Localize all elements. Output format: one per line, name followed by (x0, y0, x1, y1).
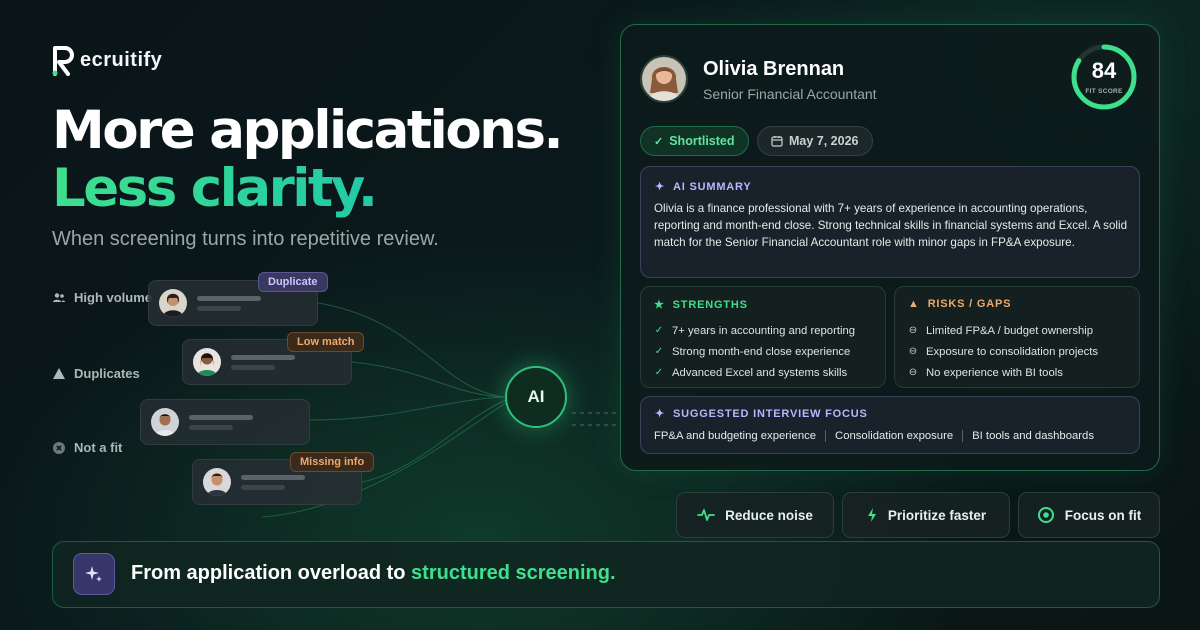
check-icon: ✓ (654, 325, 664, 336)
tag-missing-info: Missing info (290, 452, 375, 472)
candidate-name: Olivia Brennan (703, 58, 845, 80)
feature-label: Reduce noise (725, 507, 813, 523)
item-text: No experience with BI tools (926, 366, 1063, 379)
divider (825, 430, 827, 442)
feature-prioritize-faster[interactable]: Prioritize faster (842, 492, 1010, 538)
fit-score-label: FIT SCORE (1085, 88, 1123, 95)
avatar (193, 348, 221, 376)
sparkle-badge (73, 553, 115, 595)
date-badge[interactable]: May 7, 2026 (757, 126, 873, 156)
list-item: ⊖ No experience with BI tools (908, 362, 1098, 383)
risks-list: ⊖ Limited FP&A / budget ownership ⊖ Exposu… (908, 320, 1098, 383)
interview-focus-title: ✦ SUGGESTED INTERVIEW FOCUS (655, 407, 868, 421)
label-text: High volume (74, 290, 153, 305)
item-text: Strong month-end close experience (672, 345, 851, 358)
minus-circle-icon: ⊖ (908, 346, 918, 357)
title-text: STRENGTHS (672, 298, 748, 311)
label-not-a-fit: Not a fit (52, 440, 122, 455)
avatar (203, 468, 231, 496)
list-item: ✓ 7+ years in accounting and reporting (654, 320, 855, 341)
warning-triangle-icon: ▲ (908, 298, 920, 310)
ai-node: AI (505, 366, 567, 428)
check-icon: ✓ (654, 367, 664, 378)
feature-label: Prioritize faster (887, 507, 987, 523)
list-item: ⊖ Exposure to consolidation projects (908, 341, 1098, 362)
status-text: Shortlisted (669, 134, 735, 148)
list-item: ✓ Strong month-end close experience (654, 341, 855, 362)
item-text: Exposure to consolidation projects (926, 345, 1099, 358)
brand-name: ecruitify (80, 48, 163, 71)
avatar (151, 408, 179, 436)
hero-line-1: More applications. (52, 100, 564, 161)
minus-circle-icon: ⊖ (908, 325, 918, 336)
ai-summary-title: ✦ AI SUMMARY (655, 180, 752, 194)
banner-text-highlight: structured screening. (411, 562, 616, 584)
feature-label: Focus on fit (1064, 507, 1142, 523)
check-icon: ✓ (654, 135, 664, 148)
pulse-icon (697, 509, 716, 521)
strengths-list: ✓ 7+ years in accounting and reporting ✓ S… (654, 320, 855, 383)
risks-title: ▲ RISKS / GAPS (908, 298, 1011, 310)
item-text: Advanced Excel and systems skills (672, 366, 848, 379)
date-text: May 7, 2026 (789, 134, 859, 148)
feature-reduce-noise[interactable]: Reduce noise (676, 492, 834, 538)
title-text: AI SUMMARY (673, 180, 752, 193)
tag-low-match: Low match (287, 332, 365, 352)
label-high-volume: High volume (52, 290, 152, 305)
item-text: 7+ years in accounting and reporting (672, 324, 856, 337)
label-text: Duplicates (74, 366, 140, 381)
star-icon: ★ (654, 299, 665, 311)
banner-text-start: From application overload to (131, 562, 412, 584)
tag-duplicate: Duplicate (258, 272, 328, 292)
check-icon: ✓ (654, 346, 664, 357)
interview-focus-panel: ✦ SUGGESTED INTERVIEW FOCUS FP&A and bud… (640, 396, 1140, 454)
x-circle-icon (53, 441, 65, 454)
list-item: ⊖ Limited FP&A / budget ownership (908, 320, 1098, 341)
candidate-role: Senior Financial Accountant (703, 86, 877, 102)
strengths-panel: ★ STRENGTHS ✓ 7+ years in accounting and … (640, 286, 886, 388)
lightning-icon (867, 508, 876, 522)
ai-summary-panel: ✦ AI SUMMARY Olivia is a finance profess… (640, 166, 1140, 278)
sparkle-icon: ✦ (655, 181, 666, 193)
hero-line-2: Less clarity. (52, 158, 378, 219)
people-icon (53, 292, 65, 302)
ai-summary-text: Olivia is a finance professional with 7+… (654, 202, 1128, 249)
candidate-avatar (640, 55, 688, 103)
minus-circle-icon: ⊖ (908, 367, 918, 378)
applicant-card[interactable] (140, 399, 310, 445)
feature-focus-on-fit[interactable]: Focus on fit (1018, 492, 1160, 538)
strengths-title: ★ STRENGTHS (654, 298, 748, 312)
warning-triangle-icon (53, 367, 65, 379)
status-badge[interactable]: ✓ Shortlisted (640, 126, 749, 156)
sparkle-icon: ✦ (655, 408, 666, 420)
label-text: Not a fit (74, 440, 123, 455)
logo-mark-icon (52, 46, 74, 76)
risks-panel: ▲ RISKS / GAPS ⊖ Limited FP&A / budget ow… (894, 286, 1140, 388)
focus-item: BI tools and dashboards (972, 430, 1094, 442)
interview-focus-items: FP&A and budgeting experience Consolidat… (654, 430, 1094, 442)
hero-subtitle: When screening turns into repetitive rev… (52, 228, 439, 250)
title-text: SUGGESTED INTERVIEW FOCUS (673, 407, 868, 420)
item-text: Limited FP&A / budget ownership (926, 324, 1094, 337)
focus-item: Consolidation exposure (835, 430, 954, 442)
target-icon (1037, 507, 1054, 523)
list-item: ✓ Advanced Excel and systems skills (654, 362, 855, 383)
title-text: RISKS / GAPS (927, 298, 1012, 310)
fit-score-value: 84 (1091, 58, 1117, 83)
label-duplicates: Duplicates (52, 366, 140, 381)
focus-item: FP&A and budgeting experience (654, 430, 817, 442)
avatar (159, 289, 187, 317)
sparkle-icon (85, 566, 102, 582)
calendar-icon (771, 136, 783, 147)
divider (962, 430, 964, 442)
bottom-banner-text: From application overload to structured … (131, 562, 616, 585)
brand-logo[interactable]: ecruitify (52, 44, 162, 76)
